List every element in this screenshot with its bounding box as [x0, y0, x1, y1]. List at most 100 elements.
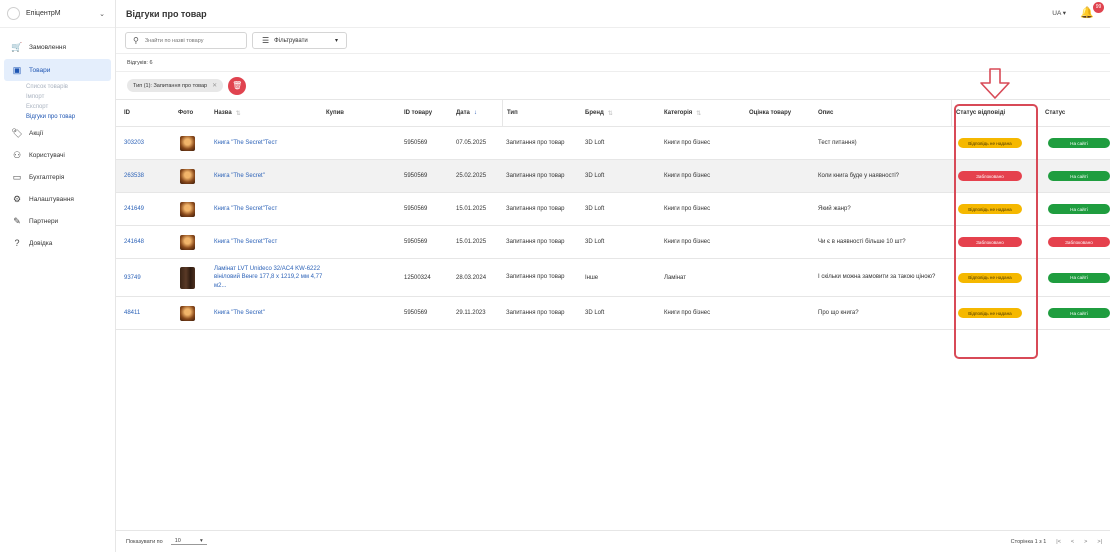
table-cell: 3D Loft: [581, 193, 604, 225]
status-badge[interactable]: Заблоковано: [1048, 237, 1110, 247]
review-id-link[interactable]: 241649: [124, 206, 144, 212]
table-cell: 07.05.2025: [452, 127, 486, 159]
status-badge[interactable]: На сайті: [1048, 204, 1110, 214]
status-badge[interactable]: На сайті: [1048, 138, 1110, 148]
sidebar: ЕпіцентрМ ⌄ 🛒 Замовлення ▣ Товари Список тов…: [0, 0, 116, 552]
trash-icon[interactable]: 🗑: [228, 76, 247, 95]
sidebar-item-4[interactable]: ⚇ Користувачі: [0, 144, 115, 166]
brand-switcher[interactable]: ЕпіцентрМ ⌄: [0, 0, 115, 28]
status-badge[interactable]: На сайті: [1048, 171, 1110, 181]
arrow-down-icon[interactable]: ↓: [474, 110, 477, 116]
table-cell: 5950569: [400, 226, 427, 258]
sort-icon[interactable]: ⇅: [236, 110, 241, 117]
table-cell: 241649: [120, 193, 144, 225]
product-photo[interactable]: [180, 201, 195, 217]
brand-cell: 3D Loft: [585, 310, 605, 316]
product-name-link[interactable]: Книга "The Secret": [214, 309, 324, 317]
review-id-link[interactable]: 303203: [124, 140, 144, 146]
description-cell: Який жанр?: [818, 205, 851, 212]
product-name-link[interactable]: Книга "The Secret": [214, 172, 324, 180]
table-cell: [322, 226, 326, 258]
language-switcher[interactable]: UA ▾: [1052, 9, 1066, 17]
table-cell: 28.03.2024: [452, 259, 486, 296]
product-photo[interactable]: [180, 234, 195, 250]
table-cell: [745, 259, 749, 296]
submenu-item[interactable]: Експорт: [26, 102, 115, 112]
product-name-link[interactable]: Книга "The Secret"Тест: [214, 238, 324, 246]
first-page-icon[interactable]: |<: [1056, 539, 1061, 545]
next-page-icon[interactable]: >: [1084, 539, 1087, 545]
table-cell: 3D Loft: [581, 226, 604, 258]
close-icon[interactable]: ✕: [212, 82, 217, 89]
column-header[interactable]: Дата ↓: [452, 100, 477, 126]
table-cell: [322, 297, 326, 329]
sidebar-item-1[interactable]: 🛒 Замовлення: [0, 36, 115, 58]
product-name-link[interactable]: Книга "The Secret"Тест: [214, 139, 324, 147]
brand-cell: 3D Loft: [585, 239, 605, 245]
status-badge[interactable]: На сайті: [1048, 308, 1110, 318]
prev-page-icon[interactable]: <: [1071, 539, 1074, 545]
product-id-cell: 5950569: [404, 206, 428, 212]
product-id-cell: 5950569: [404, 173, 428, 179]
product-photo[interactable]: [180, 305, 195, 321]
bell-icon[interactable]: 🔔: [1080, 6, 1094, 19]
review-id-link[interactable]: 93749: [124, 275, 141, 281]
table-cell: 3D Loft: [581, 127, 604, 159]
date-cell: 07.05.2025: [456, 140, 487, 146]
gear-icon: ⚙: [12, 193, 22, 204]
column-header[interactable]: Назва ⇅: [210, 100, 241, 126]
search-icon: ⚲: [133, 36, 139, 45]
review-id-link[interactable]: 48411: [124, 310, 140, 316]
arrow-down-icon: [980, 68, 1010, 99]
product-photo[interactable]: [180, 168, 195, 184]
column-header[interactable]: Категорія ⇅: [660, 100, 701, 126]
product-name-link[interactable]: Ламінат LVT Unideco 32/AC4 KW-6222 вініл…: [214, 265, 324, 289]
table-cell: 48411: [120, 297, 140, 329]
table-cell: [745, 160, 749, 192]
product-photo[interactable]: [180, 135, 195, 151]
last-page-icon[interactable]: >|: [1097, 539, 1102, 545]
sidebar-item-2[interactable]: ▣ Товари: [4, 59, 111, 81]
status-badge[interactable]: На сайті: [1048, 272, 1110, 283]
sidebar-item-7[interactable]: ✎ Партнери: [0, 210, 115, 232]
table-cell: 303203: [120, 127, 144, 159]
review-id-link[interactable]: 241648: [124, 239, 144, 245]
column-header-label: Купив: [326, 110, 344, 116]
product-photo[interactable]: [180, 266, 195, 289]
filter-button[interactable]: ☰ Фільтрувати ▾: [252, 32, 347, 49]
table-cell: Запитання про товар: [502, 193, 566, 225]
sidebar-item-label: Замовлення: [29, 43, 67, 51]
product-name-link[interactable]: Книга "The Secret"Тест: [214, 205, 324, 213]
date-cell: 25.02.2025: [456, 173, 487, 179]
tag-icon: 🏷: [11, 127, 23, 138]
table-cell: Ламінат LVT Unideco 32/AC4 KW-6222 вініл…: [210, 259, 324, 296]
users-icon: ⚇: [12, 149, 22, 160]
review-id-link[interactable]: 263538: [124, 173, 144, 179]
submenu-item[interactable]: Список товарів: [26, 82, 115, 92]
submenu-item[interactable]: Відгуки про товар: [26, 112, 115, 122]
product-id-cell: 5950569: [404, 140, 428, 146]
filter-chip[interactable]: Тип (1): Запитання про товар ✕: [127, 79, 224, 92]
sidebar-item-5[interactable]: ▭ Бухгалтерія: [0, 166, 115, 188]
column-header[interactable]: Бренд ⇅: [581, 100, 613, 126]
per-page-select[interactable]: 10 ▾: [170, 538, 207, 545]
table-cell: Про що книга?: [814, 297, 943, 329]
product-id-cell: 12500324: [404, 274, 431, 281]
search-input[interactable]: [144, 37, 235, 44]
column-header-label: Опис: [818, 110, 834, 116]
table-cell: Книги про бізнес: [660, 297, 710, 329]
table-cell: [745, 193, 749, 225]
sidebar-item-8[interactable]: ? Довідка: [0, 232, 115, 254]
brand-cell: 3D Loft: [585, 206, 605, 212]
table-cell: [176, 127, 195, 159]
sidebar-item-3[interactable]: 🏷 Акції: [0, 122, 115, 144]
table-cell: Запитання про товар: [502, 226, 566, 258]
search-box[interactable]: ⚲: [125, 32, 247, 49]
sort-icon[interactable]: ⇅: [696, 110, 701, 117]
filter-chip-label: Тип (1): Запитання про товар: [133, 82, 208, 89]
submenu-item[interactable]: Імпорт: [26, 92, 115, 102]
sort-icon[interactable]: ⇅: [608, 110, 613, 117]
type-cell: Запитання про товар: [506, 139, 565, 146]
sidebar-item-6[interactable]: ⚙ Налаштування: [0, 188, 115, 210]
table-cell: На сайті: [1044, 259, 1110, 296]
